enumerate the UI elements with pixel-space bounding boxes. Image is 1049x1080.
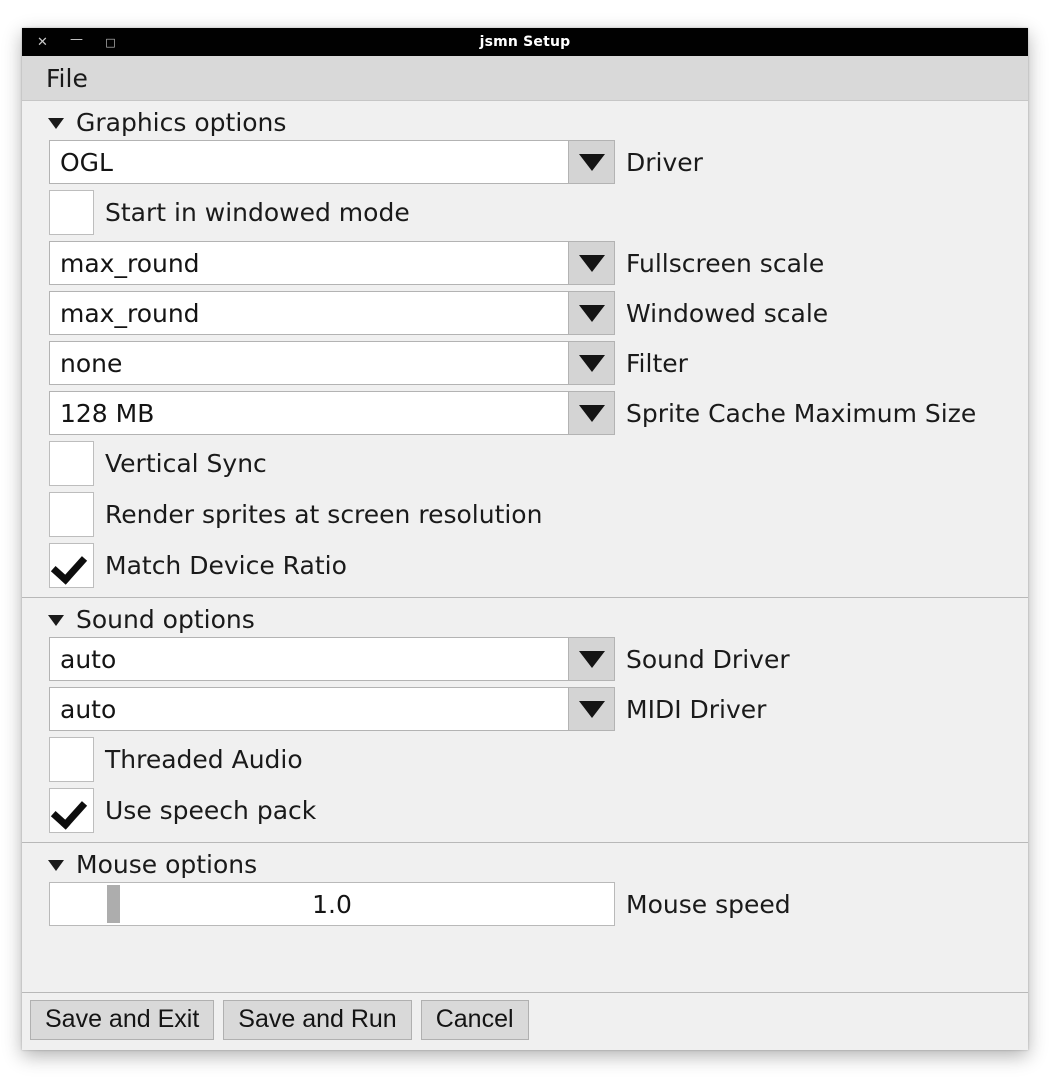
menu-bar: File [22, 56, 1028, 101]
maximize-icon[interactable]: □ [104, 37, 117, 48]
section-title-sound: Sound options [76, 605, 255, 634]
row-midi-driver: auto MIDI Driver [22, 687, 1028, 731]
driver-combobox[interactable]: OGL [49, 140, 615, 184]
fullscreen-scale-label: Fullscreen scale [626, 248, 825, 278]
windowed-mode-checkbox[interactable] [49, 190, 94, 235]
windowed-scale-label: Windowed scale [626, 298, 829, 328]
chevron-down-icon [578, 404, 605, 422]
options-content: Graphics options OGL Driver Start in win… [22, 101, 1028, 992]
windowed-mode-label: Start in windowed mode [105, 198, 410, 227]
section-header-sound[interactable]: Sound options [22, 598, 1028, 637]
driver-value: OGL [60, 147, 113, 177]
row-filter: none Filter [22, 341, 1028, 385]
minimize-icon[interactable]: — [70, 33, 83, 46]
mouse-speed-slider[interactable]: 1.0 [49, 882, 615, 926]
menu-item-file[interactable]: File [40, 64, 94, 93]
chevron-down-icon [578, 304, 605, 322]
match-device-ratio-checkbox[interactable] [49, 543, 94, 588]
filter-label: Filter [626, 348, 688, 378]
driver-label: Driver [626, 147, 703, 177]
row-fullscreen-scale: max_round Fullscreen scale [22, 241, 1028, 285]
chevron-down-icon [578, 254, 605, 272]
windowed-scale-dropdown-button[interactable] [568, 292, 614, 334]
close-icon[interactable]: ✕ [36, 36, 49, 49]
section-title-graphics: Graphics options [76, 108, 287, 137]
threaded-audio-checkbox[interactable] [49, 737, 94, 782]
mouse-speed-value: 1.0 [312, 889, 352, 919]
render-sprites-label: Render sprites at screen resolution [105, 500, 543, 529]
fullscreen-scale-dropdown-button[interactable] [568, 242, 614, 284]
setup-window: ✕ — □ jsmn Setup File Graphics options O… [22, 28, 1028, 1050]
fullscreen-scale-combobox[interactable]: max_round [49, 241, 615, 285]
fullscreen-scale-value: max_round [60, 248, 200, 278]
row-driver: OGL Driver [22, 140, 1028, 184]
section-mouse: Mouse options 1.0 Mouse speed [22, 842, 1028, 932]
section-graphics: Graphics options OGL Driver Start in win… [22, 101, 1028, 597]
section-header-graphics[interactable]: Graphics options [22, 101, 1028, 140]
row-sound-driver: auto Sound Driver [22, 637, 1028, 681]
chevron-down-icon [578, 700, 605, 718]
sprite-cache-combobox[interactable]: 128 MB [49, 391, 615, 435]
speech-pack-label: Use speech pack [105, 796, 317, 825]
row-vertical-sync: Vertical Sync [22, 441, 1028, 486]
chevron-down-icon [578, 153, 605, 171]
triangle-down-icon[interactable] [48, 860, 64, 871]
midi-driver-combobox[interactable]: auto [49, 687, 615, 731]
midi-driver-label: MIDI Driver [626, 694, 767, 724]
filter-combobox[interactable]: none [49, 341, 615, 385]
sound-driver-label: Sound Driver [626, 644, 790, 674]
triangle-down-icon[interactable] [48, 118, 64, 129]
triangle-down-icon[interactable] [48, 615, 64, 626]
render-sprites-checkbox[interactable] [49, 492, 94, 537]
save-and-run-button[interactable]: Save and Run [223, 999, 412, 1041]
sound-driver-combobox[interactable]: auto [49, 637, 615, 681]
windowed-scale-combobox[interactable]: max_round [49, 291, 615, 335]
row-render-sprites: Render sprites at screen resolution [22, 492, 1028, 537]
chevron-down-icon [578, 650, 605, 668]
section-title-mouse: Mouse options [76, 850, 258, 879]
sprite-cache-value: 128 MB [60, 398, 155, 428]
row-windowed-mode: Start in windowed mode [22, 190, 1028, 235]
title-bar[interactable]: ✕ — □ jsmn Setup [22, 28, 1028, 56]
vertical-sync-label: Vertical Sync [105, 449, 267, 478]
sound-driver-dropdown-button[interactable] [568, 638, 614, 680]
row-threaded-audio: Threaded Audio [22, 737, 1028, 782]
section-sound: Sound options auto Sound Driver auto MID… [22, 597, 1028, 842]
filter-value: none [60, 348, 123, 378]
row-windowed-scale: max_round Windowed scale [22, 291, 1028, 335]
row-match-device-ratio: Match Device Ratio [22, 543, 1028, 588]
speech-pack-checkbox[interactable] [49, 788, 94, 833]
button-bar: Save and Exit Save and Run Cancel [22, 992, 1028, 1050]
windowed-scale-value: max_round [60, 298, 200, 328]
match-device-ratio-label: Match Device Ratio [105, 551, 347, 580]
sound-driver-value: auto [60, 644, 117, 674]
section-header-mouse[interactable]: Mouse options [22, 843, 1028, 882]
row-sprite-cache: 128 MB Sprite Cache Maximum Size [22, 391, 1028, 435]
window-controls: ✕ — □ [22, 33, 117, 49]
chevron-down-icon [578, 354, 605, 372]
mouse-speed-label: Mouse speed [626, 889, 791, 919]
window-title: jsmn Setup [479, 34, 571, 50]
screen: ✕ — □ jsmn Setup File Graphics options O… [0, 0, 1049, 1080]
midi-driver-dropdown-button[interactable] [568, 688, 614, 730]
driver-dropdown-button[interactable] [568, 141, 614, 183]
row-speech-pack: Use speech pack [22, 788, 1028, 833]
threaded-audio-label: Threaded Audio [105, 745, 303, 774]
filter-dropdown-button[interactable] [568, 342, 614, 384]
save-and-exit-button[interactable]: Save and Exit [30, 999, 215, 1041]
sprite-cache-dropdown-button[interactable] [568, 392, 614, 434]
sprite-cache-label: Sprite Cache Maximum Size [626, 398, 977, 428]
mouse-speed-slider-handle[interactable] [107, 885, 120, 923]
cancel-button[interactable]: Cancel [420, 999, 529, 1041]
row-mouse-speed: 1.0 Mouse speed [22, 882, 1028, 926]
midi-driver-value: auto [60, 694, 117, 724]
vertical-sync-checkbox[interactable] [49, 441, 94, 486]
